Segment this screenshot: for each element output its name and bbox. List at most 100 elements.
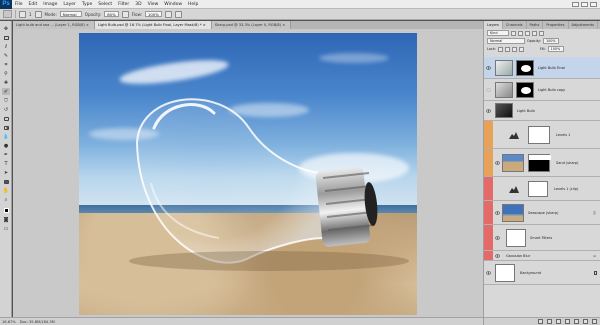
- foreground-color-icon[interactable]: [2, 207, 10, 214]
- dodge-tool-icon[interactable]: ●: [2, 142, 10, 149]
- layer-row[interactable]: Gaussian Blur ⚌: [484, 251, 600, 261]
- canvas-area[interactable]: [13, 29, 483, 317]
- maximize-button[interactable]: [581, 1, 588, 7]
- tab-channels[interactable]: Channels: [503, 21, 527, 29]
- menu-window[interactable]: Window: [161, 0, 185, 9]
- quick-mask-icon[interactable]: ◙: [2, 216, 10, 223]
- delete-layer-icon[interactable]: [592, 319, 597, 324]
- crop-tool-icon[interactable]: ⌗: [2, 61, 10, 68]
- pen-tool-icon[interactable]: ✒: [2, 151, 10, 158]
- filter-type-icon[interactable]: [525, 30, 530, 36]
- layer-row[interactable]: Sand (sharp): [484, 149, 600, 177]
- tab-sharp[interactable]: Sharp.psd @ 33.3% (Layer 0, RGB/8) ×: [211, 21, 292, 29]
- menu-type[interactable]: Type: [79, 0, 95, 9]
- lock-transparency-icon[interactable]: [497, 46, 503, 52]
- filter-shape-icon[interactable]: [532, 30, 537, 36]
- menu-view[interactable]: View: [145, 0, 162, 9]
- brush-preset-icon[interactable]: [19, 10, 26, 18]
- menu-help[interactable]: Help: [185, 0, 201, 9]
- layer-mask-thumbnail[interactable]: [516, 81, 534, 98]
- tab-light-bulb-and-sea[interactable]: Light bulb and sea ... (Layer 1, RGB/8) …: [13, 21, 95, 29]
- layer-mask-thumbnail[interactable]: [528, 125, 550, 144]
- menu-3d[interactable]: 3D: [132, 0, 144, 9]
- link-layers-icon[interactable]: [538, 319, 543, 324]
- opacity-field[interactable]: 80%: [104, 11, 119, 17]
- layer-mask-thumbnail[interactable]: [528, 180, 548, 197]
- flow-field[interactable]: 100%: [144, 11, 162, 17]
- close-button[interactable]: [590, 1, 597, 7]
- layer-row[interactable]: Smart Filters: [484, 225, 600, 251]
- smart-object-icon[interactable]: ◫: [593, 211, 596, 215]
- gradient-tool-icon[interactable]: [2, 124, 10, 131]
- visibility-eye-icon[interactable]: [495, 160, 500, 165]
- marquee-tool-icon[interactable]: [2, 34, 10, 41]
- mode-select[interactable]: Normal: [59, 11, 82, 17]
- clone-stamp-tool-icon[interactable]: ⛉: [2, 97, 10, 104]
- tab-adjustments[interactable]: Adjustments: [569, 21, 599, 29]
- menu-edit[interactable]: Edit: [26, 0, 41, 9]
- smart-filter-mask-thumbnail[interactable]: [506, 228, 526, 247]
- visibility-eye-icon[interactable]: [486, 65, 491, 70]
- menu-select[interactable]: Select: [95, 0, 115, 9]
- pressure-size-icon[interactable]: [174, 10, 182, 18]
- brush-tool-icon[interactable]: ✐: [2, 88, 10, 95]
- visibility-eye-icon[interactable]: [495, 235, 500, 240]
- layer-row[interactable]: Light Bulb: [484, 101, 600, 121]
- move-tool-icon[interactable]: ✥: [2, 25, 10, 32]
- hand-tool-icon[interactable]: ✋: [2, 187, 10, 194]
- layer-opacity-field[interactable]: 100%: [542, 38, 559, 44]
- filter-smart-icon[interactable]: [539, 30, 544, 36]
- layer-row[interactable]: Light Bulb copy: [484, 79, 600, 101]
- type-tool-icon[interactable]: T: [2, 160, 10, 167]
- blur-tool-icon[interactable]: 💧: [2, 133, 10, 140]
- lasso-tool-icon[interactable]: ℓ: [2, 43, 10, 50]
- history-brush-tool-icon[interactable]: ↺: [2, 106, 10, 113]
- tab-paths[interactable]: Paths: [527, 21, 544, 29]
- tool-preset-picker[interactable]: [3, 10, 12, 18]
- layer-row[interactable]: Seascape (sharp) ◫: [484, 201, 600, 225]
- zoom-tool-icon[interactable]: ⌕: [2, 196, 10, 203]
- eyedropper-tool-icon[interactable]: ⚲: [2, 70, 10, 77]
- visibility-eye-icon[interactable]: [495, 253, 500, 258]
- minimize-button[interactable]: [572, 1, 579, 7]
- visibility-eye-icon[interactable]: [486, 108, 491, 113]
- tab-layers[interactable]: Layers: [484, 21, 503, 29]
- layer-row[interactable]: Levels 1: [484, 121, 600, 149]
- layer-mask-thumbnail[interactable]: [528, 153, 551, 172]
- shape-tool-icon[interactable]: [2, 178, 10, 185]
- eraser-tool-icon[interactable]: [2, 115, 10, 122]
- airbrush-icon[interactable]: [164, 10, 172, 18]
- tab-properties[interactable]: Properties: [543, 21, 569, 29]
- screen-mode-icon[interactable]: ▭: [2, 225, 10, 232]
- menu-layer[interactable]: Layer: [60, 0, 79, 9]
- menu-filter[interactable]: Filter: [115, 0, 132, 9]
- new-group-icon[interactable]: [574, 319, 579, 324]
- visibility-eye-icon[interactable]: [495, 210, 500, 215]
- filter-adjustment-icon[interactable]: [518, 30, 523, 36]
- visibility-eye-icon[interactable]: [486, 270, 491, 275]
- lock-position-icon[interactable]: [511, 46, 517, 52]
- lock-pixels-icon[interactable]: [504, 46, 510, 52]
- blend-mode-select[interactable]: Normal: [487, 38, 525, 44]
- quick-select-tool-icon[interactable]: ✎: [2, 52, 10, 59]
- add-layer-style-icon[interactable]: [547, 319, 552, 324]
- layer-row[interactable]: Light Bulb Final: [484, 57, 600, 79]
- layer-mask-thumbnail[interactable]: [516, 59, 534, 76]
- filter-pixel-icon[interactable]: [511, 30, 516, 36]
- visibility-eye-icon[interactable]: [486, 87, 491, 92]
- filter-options-icon[interactable]: ⚌: [593, 254, 596, 258]
- add-mask-icon[interactable]: [556, 319, 561, 324]
- menu-file[interactable]: File: [12, 0, 26, 9]
- pressure-opacity-icon[interactable]: [121, 10, 129, 18]
- zoom-level[interactable]: 16.67%: [2, 320, 16, 324]
- brush-panel-icon[interactable]: [34, 10, 42, 18]
- new-layer-icon[interactable]: [583, 319, 588, 324]
- layer-row[interactable]: Levels 1 (clip): [484, 177, 600, 201]
- healing-brush-tool-icon[interactable]: ✚: [2, 79, 10, 86]
- document-canvas[interactable]: [79, 33, 417, 315]
- kind-filter-select[interactable]: Kind: [487, 30, 509, 36]
- menu-image[interactable]: Image: [40, 0, 60, 9]
- fill-field[interactable]: 100%: [547, 46, 564, 52]
- lock-all-icon[interactable]: [518, 46, 524, 52]
- path-select-tool-icon[interactable]: ➤: [2, 169, 10, 176]
